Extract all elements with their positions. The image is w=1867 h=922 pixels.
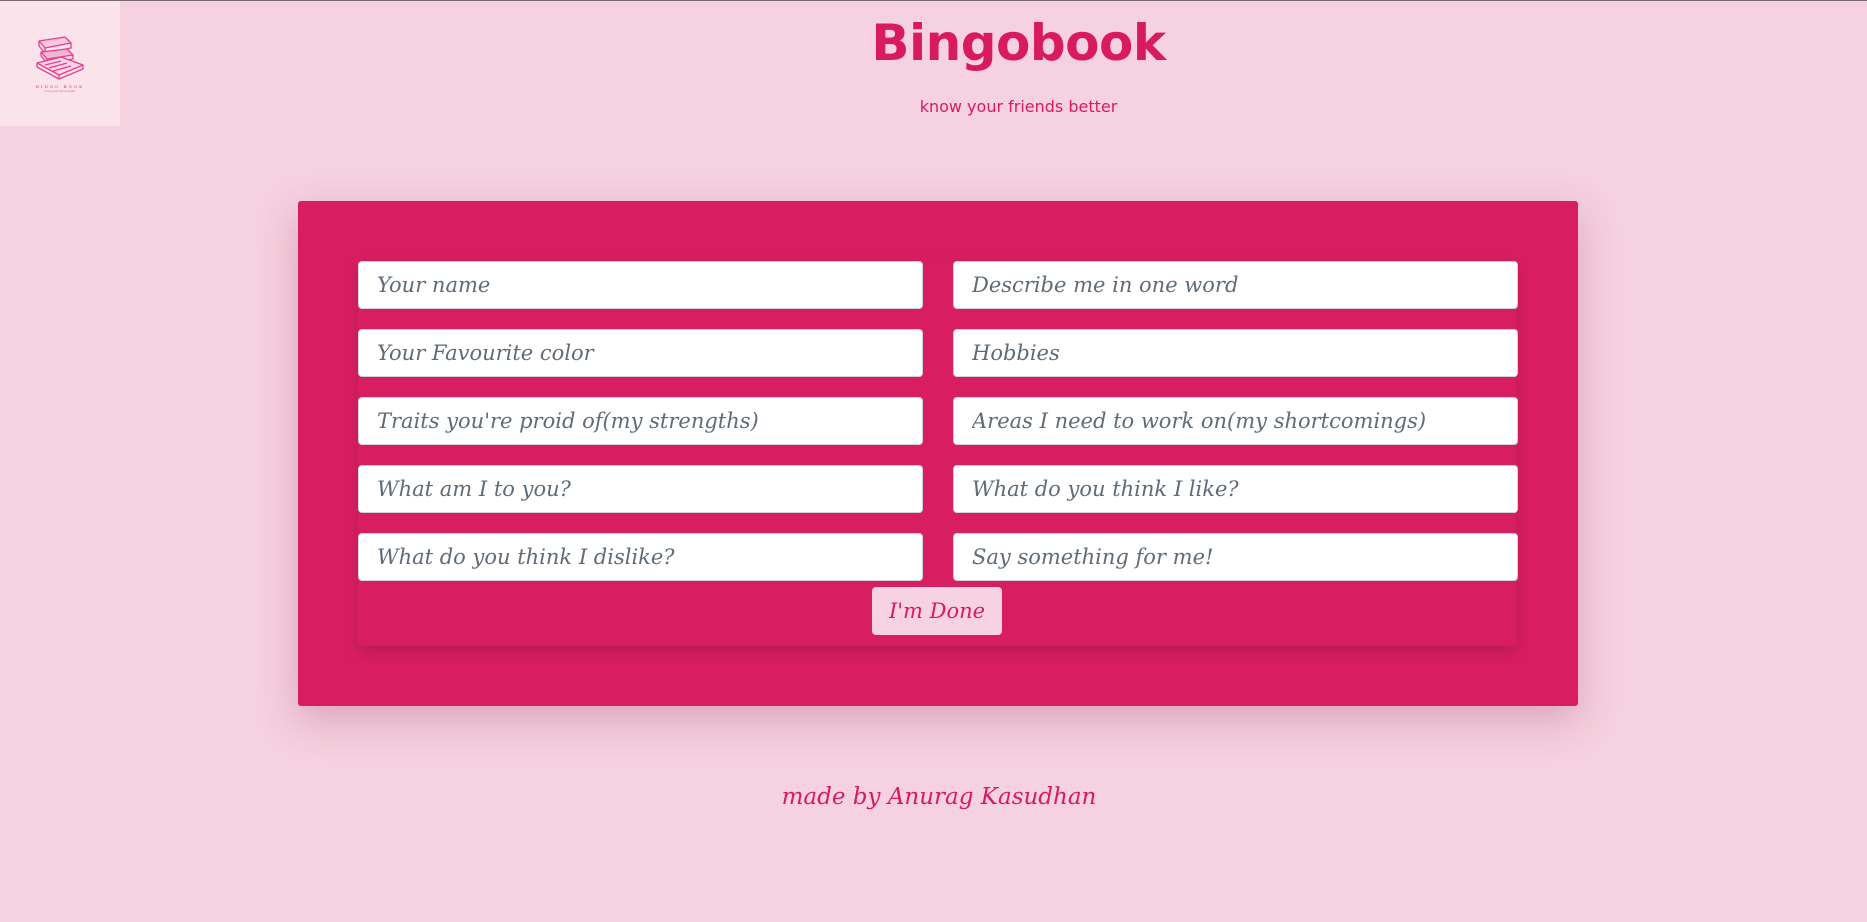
logo-subtext: know your friends better [44,89,76,93]
strengths-input[interactable] [358,397,923,445]
say-something-input[interactable] [953,533,1518,581]
logo-text: BINGO BOOK [35,83,85,89]
dislikes-input[interactable] [358,533,923,581]
form-card: I'm Done [298,201,1578,706]
likes-input[interactable] [953,465,1518,513]
form-fields-grid [358,261,1518,581]
footer-credit: made by Anurag Kasudhan [781,784,1097,810]
bingo-form: I'm Done [358,261,1518,646]
your-name-input[interactable] [358,261,923,309]
describe-me-input[interactable] [953,261,1518,309]
favourite-color-input[interactable] [358,329,923,377]
site-title: Bingobook [871,14,1166,72]
site-tagline: know your friends better [919,97,1118,116]
hobbies-input[interactable] [953,329,1518,377]
im-done-button[interactable]: I'm Done [872,587,1002,635]
what-am-i-input[interactable] [358,465,923,513]
submit-row: I'm Done [358,578,1516,646]
shortcomings-input[interactable] [953,397,1518,445]
